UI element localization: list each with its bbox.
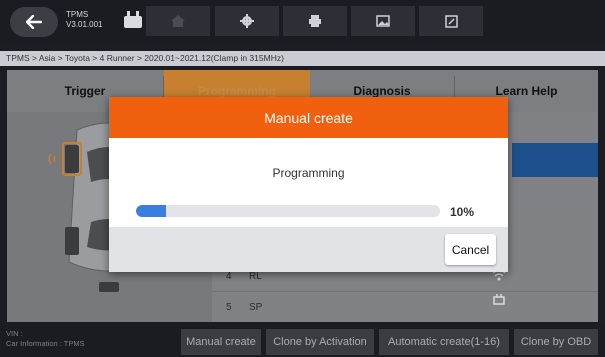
back-arrow-icon [26,15,42,29]
settings-button[interactable] [215,6,279,36]
vin-label: VIN : [6,329,23,338]
row-position: RL [249,271,262,282]
progress-fill [136,205,166,217]
home-icon [171,15,185,27]
car-information: Car Information : TPMS [6,339,85,348]
image-icon [376,15,390,27]
dialog-footer: Cancel [109,227,508,272]
rear-left-wheel [65,227,79,255]
app-version: V3.01.001 [66,20,103,29]
top-toolbar: TPMS V3.01.001 [0,0,605,42]
dialog-message: Programming [272,166,345,180]
edit-icon [444,14,458,28]
breadcrumb: TPMS > Asia > Toyota > 4 Runner > 2020.0… [0,51,605,66]
back-button[interactable] [10,7,58,37]
cancel-button[interactable]: Cancel [445,234,496,265]
front-left-wheel [65,145,79,173]
clone-by-obd-button[interactable]: Clone by OBD [514,329,598,355]
edit-button[interactable] [419,6,483,36]
tpms-app-icon [124,11,142,28]
screenshot-button[interactable] [351,6,415,36]
clone-by-activation-button[interactable]: Clone by Activation [266,329,374,355]
table-row[interactable]: 5 SP [212,293,598,322]
progress-bar [136,205,440,217]
dialog-title: Manual create [109,97,508,138]
manual-create-button[interactable]: Manual create [181,329,261,355]
selected-row-highlight [512,143,598,177]
manual-create-dialog: Manual create Programming 10% Cancel [109,97,508,272]
home-button[interactable] [146,6,210,36]
row-position: SP [249,302,263,313]
spare-wheel [99,282,119,292]
automatic-create-button[interactable]: Automatic create(1-16) [379,329,509,355]
printer-icon [309,15,321,27]
row-number: 4 [226,271,232,282]
vehicle-info: VIN : Car Information : TPMS [6,329,85,349]
row-number: 5 [226,302,232,313]
print-button[interactable] [283,6,347,36]
gear-icon [240,14,254,28]
app-title: TPMS V3.01.001 [66,10,102,30]
bottom-bar: VIN : Car Information : TPMS Manual crea… [0,326,605,357]
sensor-icon [493,294,505,305]
app-name: TPMS [66,10,89,19]
progress-percent: 10% [450,205,475,219]
